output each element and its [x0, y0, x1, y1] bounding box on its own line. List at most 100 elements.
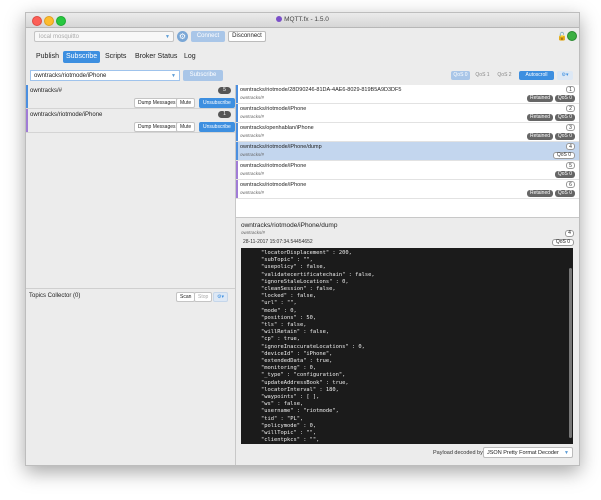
message-color-marker: [236, 123, 238, 141]
message-color-marker: [236, 85, 238, 103]
message-row[interactable]: owntracks/riotmode/28D90246-81DA-4AE6-80…: [236, 85, 579, 104]
app-icon: [276, 16, 283, 22]
message-number: 1: [566, 86, 575, 93]
topic-input-value: owntracks/riotmode/iPhone: [34, 73, 107, 79]
payload-line: "ignoreStaleLocations" : 0,: [261, 278, 349, 285]
qos-badge: QoS 0: [554, 95, 575, 102]
stop-button[interactable]: Stop: [194, 292, 213, 302]
decoder-label: Payload decoded by: [433, 450, 483, 456]
unsubscribe-button[interactable]: Unsubscribe: [199, 122, 235, 132]
payload-line: "url" : "",: [261, 300, 297, 307]
tab-scripts[interactable]: Scripts: [102, 51, 129, 63]
retained-badge: Retained: [526, 95, 553, 102]
payload-line: "updateAddressBook" : true,: [261, 379, 349, 386]
subscription-color-marker: [26, 109, 28, 132]
payload-line: "willTopic" : "",: [261, 430, 317, 437]
payload-line: "monitoring" : 0,: [261, 365, 317, 372]
connect-button[interactable]: Connect: [191, 31, 225, 42]
qos-0-toggle[interactable]: QoS 0: [451, 71, 470, 80]
payload-line: "clientpkcs" : "",: [261, 437, 320, 444]
payload-line: "locatorInterval" : 180,: [261, 386, 339, 393]
tab-subscribe[interactable]: Subscribe: [63, 51, 101, 63]
dump-messages-button[interactable]: Dump Messages: [134, 122, 180, 132]
tab-publish[interactable]: Publish: [33, 51, 62, 63]
qos-badge: QoS 0: [554, 114, 575, 121]
payload-line: "cleanSession" : false,: [261, 286, 336, 293]
subscription-count-badge: 5: [218, 87, 231, 94]
payload-view[interactable]: "locatorDisplacement" : 200, "subTopic" :…: [241, 248, 573, 444]
scan-button[interactable]: Scan: [176, 292, 196, 302]
window-title: MQTT.fx - 1.5.0: [26, 16, 579, 23]
message-number: 2: [566, 105, 575, 112]
qos-2-toggle[interactable]: QoS 2: [495, 71, 514, 80]
detail-subscription: owntracks/#: [241, 230, 266, 235]
subscribe-button[interactable]: Subscribe: [183, 70, 223, 81]
message-topic: owntracks/riotmode/28D90246-81DA-4AE6-80…: [240, 87, 402, 93]
message-row[interactable]: owntracks/riotmode/iPhone owntracks/# 5 …: [236, 161, 579, 180]
payload-line: "willRetain" : false,: [261, 329, 330, 336]
payload-line: "username" : "riotmode",: [261, 408, 339, 415]
decoder-select[interactable]: JSON Pretty Format Decoder ▼: [483, 447, 573, 458]
connection-status-icon: [567, 31, 577, 41]
message-number: 4: [566, 143, 575, 150]
payload-line: "tid" : "PL",: [261, 415, 304, 422]
payload-line: "locatorDisplacement" : 200,: [261, 250, 352, 256]
qos-1-toggle[interactable]: QoS 1: [473, 71, 492, 80]
app-window: MQTT.fx - 1.5.0 local mosquitto ▼ ⚙ Conn…: [25, 12, 580, 466]
payload-line: "ignoreInaccurateLocations" : 0,: [261, 343, 365, 350]
subscription-color-marker: [26, 85, 28, 108]
dump-messages-button[interactable]: Dump Messages: [134, 98, 180, 108]
message-subscription: owntracks/#: [240, 171, 265, 176]
broker-select[interactable]: local mosquitto ▼: [34, 31, 174, 42]
mute-button[interactable]: Mute: [176, 98, 196, 108]
detail-timestamp: 28-11-2017 15:07:34.54454652: [243, 239, 313, 245]
subscription-topic: owntracks/#: [30, 88, 63, 94]
payload-line: "_type" : "configuration",: [261, 372, 346, 379]
options-icon[interactable]: ⚙▾: [213, 292, 228, 302]
subscription-count-badge: 1: [218, 111, 231, 118]
mute-button[interactable]: Mute: [176, 122, 196, 132]
subscriptions-panel: owntracks/# 5 Dump Messages Mute Unsubsc…: [26, 85, 236, 465]
payload-line: "subTopic" : "",: [261, 257, 313, 264]
disconnect-button[interactable]: Disconnect: [228, 31, 266, 42]
subscription-item[interactable]: owntracks/riotmode/iPhone 1 Dump Message…: [26, 109, 235, 133]
message-color-marker: [236, 142, 238, 160]
payload-line: "waypoints" : [ ],: [261, 394, 320, 401]
message-row[interactable]: owntracks/riotmode/iPhone owntracks/# 6 …: [236, 180, 579, 199]
payload-line: "usepolicy" : false,: [261, 264, 326, 271]
payload-line: "extendedData" : true,: [261, 358, 333, 365]
payload-scrollbar[interactable]: [569, 268, 572, 438]
topics-collector: Topics Collector (0) Scan Stop ⚙▾: [26, 288, 235, 465]
message-color-marker: [236, 180, 238, 198]
message-number: 6: [566, 181, 575, 188]
payload-line: "cp" : true,: [261, 336, 300, 343]
options-icon[interactable]: ⚙▾: [557, 71, 573, 80]
payload-line: "validatecertificatechain" : false,: [261, 271, 375, 278]
payload-line: "positions" : 50,: [261, 314, 317, 321]
message-topic: owntracks/riotmode/iPhone/dump: [240, 144, 322, 150]
message-topic: owntracks/riotmode/iPhone: [240, 106, 307, 112]
message-topic: owntracks/riotmode/iPhone: [240, 182, 307, 188]
message-subscription: owntracks/#: [240, 95, 265, 100]
message-number: 3: [566, 124, 575, 131]
retained-badge: Retained: [526, 133, 553, 140]
autoscroll-button[interactable]: Autoscroll: [519, 71, 554, 80]
message-subscription: owntracks/#: [240, 114, 265, 119]
chevron-down-icon: ▼: [564, 450, 569, 456]
unsubscribe-button[interactable]: Unsubscribe: [199, 98, 235, 108]
subscription-item[interactable]: owntracks/# 5 Dump Messages Mute Unsubsc…: [26, 85, 235, 109]
topic-input[interactable]: owntracks/riotmode/iPhone ▼: [30, 70, 180, 81]
message-row[interactable]: owntracks/openhablan/iPhone owntracks/# …: [236, 123, 579, 142]
detail-topic: owntracks/riotmode/iPhone/dump: [241, 222, 338, 229]
message-subscription: owntracks/#: [240, 190, 265, 195]
connection-bar: local mosquitto ▼ ⚙ Connect Disconnect 🔓: [26, 28, 579, 46]
message-row[interactable]: owntracks/riotmode/iPhone owntracks/# 2 …: [236, 104, 579, 123]
gear-icon[interactable]: ⚙: [177, 31, 188, 42]
message-row-selected[interactable]: owntracks/riotmode/iPhone/dump owntracks…: [236, 142, 579, 161]
payload-text: "locatorDisplacement" : 200, "subTopic" :…: [261, 250, 375, 444]
broker-select-value: local mosquitto: [39, 34, 80, 40]
tab-broker-status[interactable]: Broker Status: [132, 51, 180, 63]
qos-badge: QoS 0: [554, 133, 575, 140]
tab-log[interactable]: Log: [181, 51, 199, 63]
retained-badge: Retained: [526, 190, 553, 197]
